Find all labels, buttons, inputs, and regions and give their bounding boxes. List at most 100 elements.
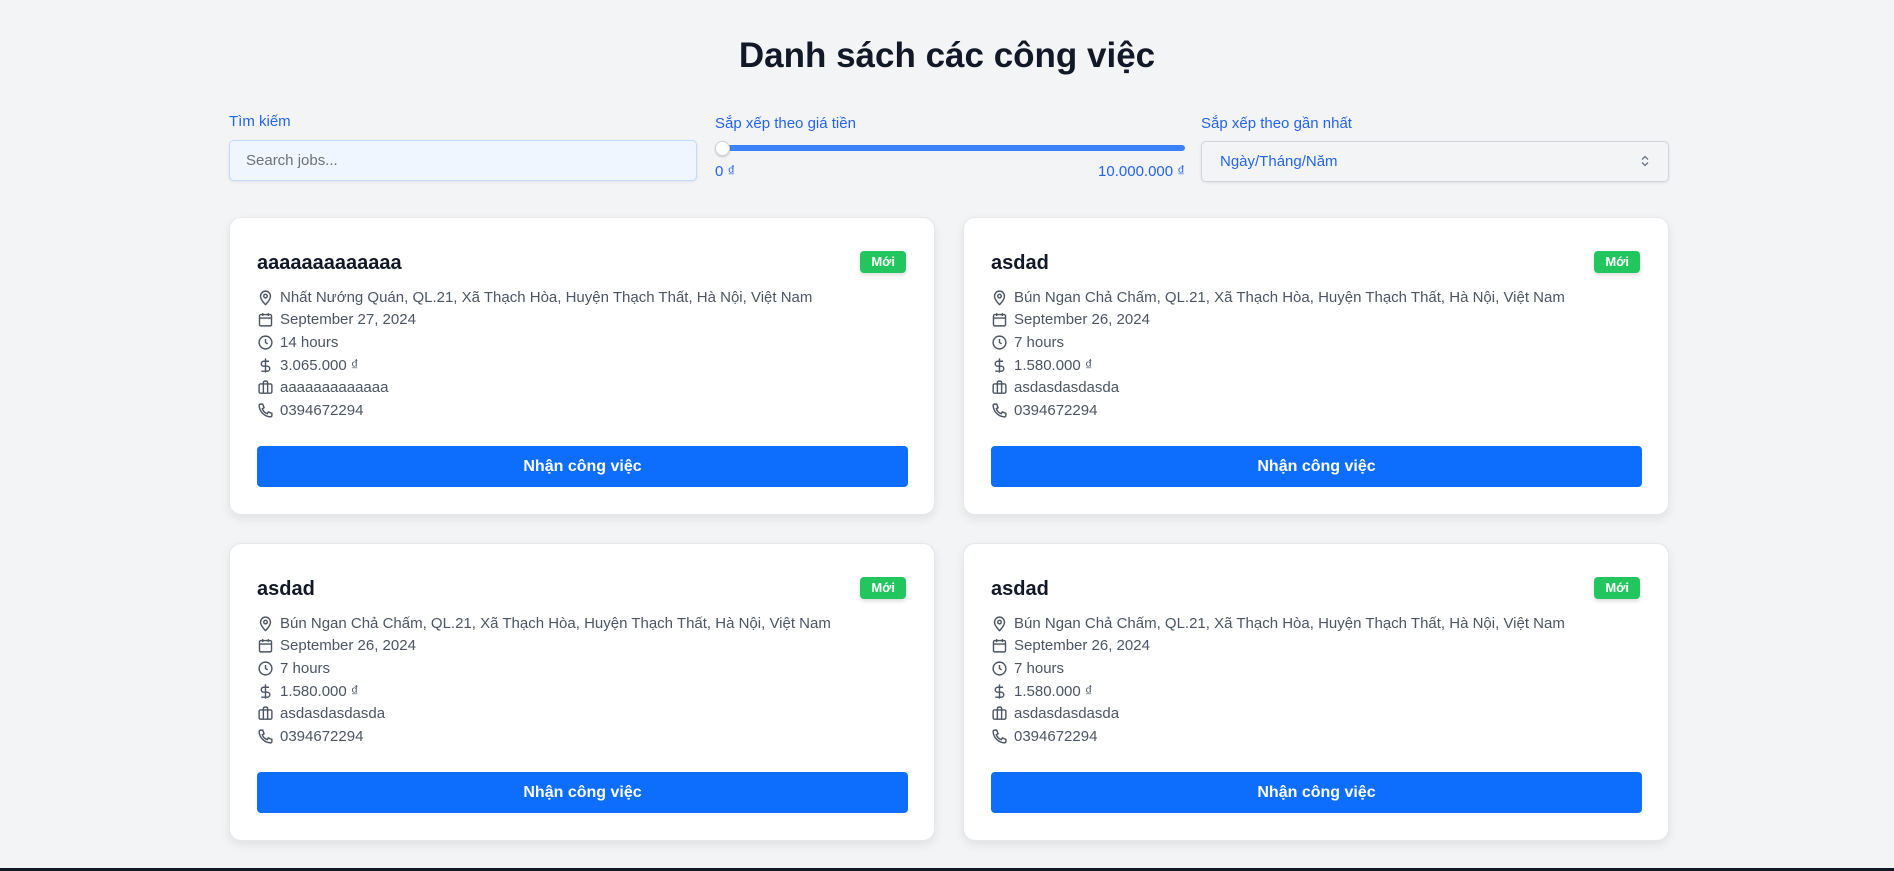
job-title: asdad bbox=[257, 578, 315, 600]
job-phone: 0394672294 bbox=[280, 727, 364, 745]
job-address: Bún Ngan Chả Chấm, QL.21, Xã Thạch Hòa, … bbox=[1014, 614, 1565, 632]
job-phone: 0394672294 bbox=[1014, 401, 1098, 419]
job-card: asdad Mới Bún Ngan Chả Chấm, QL.21, Xã T… bbox=[963, 217, 1669, 515]
job-date-row: September 26, 2024 bbox=[257, 635, 831, 658]
search-filter: Tìm kiếm bbox=[229, 113, 697, 181]
job-description-row: asdasdasdasda bbox=[991, 376, 1565, 399]
job-description: asdasdasdasda bbox=[1014, 705, 1120, 723]
calendar-icon bbox=[258, 313, 273, 327]
job-duration: 7 hours bbox=[280, 659, 331, 677]
job-date: September 26, 2024 bbox=[1014, 311, 1150, 329]
job-phone-row: 0394672294 bbox=[991, 725, 1565, 748]
chevron-up-down-icon bbox=[1640, 155, 1650, 168]
accept-job-button[interactable]: Nhận công việc bbox=[257, 446, 908, 487]
job-duration-row: 7 hours bbox=[991, 331, 1565, 354]
job-duration: 7 hours bbox=[1014, 333, 1065, 351]
job-salary-row: 1.580.000 ₫ bbox=[991, 354, 1565, 377]
phone-icon bbox=[258, 403, 273, 418]
map-pin-icon bbox=[993, 616, 1006, 632]
job-salary: 1.580.000 ₫ bbox=[280, 682, 359, 700]
page-title: Danh sách các công việc bbox=[738, 36, 1156, 75]
job-description-row: aaaaaaaaaaaaa bbox=[257, 376, 812, 399]
job-description-row: asdasdasdasda bbox=[991, 702, 1565, 725]
dollar-icon bbox=[260, 357, 271, 373]
job-address: Bún Ngan Chả Chấm, QL.21, Xã Thạch Hòa, … bbox=[280, 614, 831, 632]
job-info-list: Bún Ngan Chả Chấm, QL.21, Xã Thạch Hòa, … bbox=[257, 612, 831, 748]
job-description: asdasdasdasda bbox=[280, 705, 386, 723]
job-duration: 14 hours bbox=[280, 333, 339, 351]
job-salary: 1.580.000 ₫ bbox=[1014, 356, 1093, 374]
job-salary: 3.065.000 ₫ bbox=[280, 356, 359, 374]
phone-icon bbox=[258, 729, 273, 744]
price-range-thumb[interactable] bbox=[715, 141, 730, 156]
calendar-icon bbox=[258, 639, 273, 653]
job-card: asdad Mới Bún Ngan Chả Chấm, QL.21, Xã T… bbox=[963, 543, 1669, 841]
map-pin-icon bbox=[993, 290, 1006, 306]
job-phone-row: 0394672294 bbox=[257, 399, 812, 422]
job-salary-row: 3.065.000 ₫ bbox=[257, 354, 812, 377]
clock-icon bbox=[992, 661, 1007, 676]
search-input[interactable] bbox=[229, 140, 697, 181]
job-date-row: September 27, 2024 bbox=[257, 309, 812, 332]
clock-icon bbox=[258, 661, 273, 676]
job-address-row: Bún Ngan Chả Chấm, QL.21, Xã Thạch Hòa, … bbox=[991, 286, 1565, 309]
job-date-row: September 26, 2024 bbox=[991, 309, 1565, 332]
new-badge: Mới bbox=[860, 251, 906, 273]
price-max-label: 10.000.000 ₫ bbox=[1098, 163, 1185, 180]
map-pin-icon bbox=[259, 616, 272, 632]
calendar-icon bbox=[992, 639, 1007, 653]
briefcase-icon bbox=[258, 380, 273, 395]
job-info-list: Bún Ngan Chả Chấm, QL.21, Xã Thạch Hòa, … bbox=[991, 612, 1565, 748]
filter-bar: Tìm kiếm Sắp xếp theo giá tiền 0 ₫ 10.00… bbox=[229, 113, 1669, 183]
dollar-icon bbox=[994, 683, 1005, 699]
search-label: Tìm kiếm bbox=[229, 113, 291, 130]
new-badge: Mới bbox=[1594, 251, 1640, 273]
date-filter: Sắp xếp theo gần nhất Ngày/Tháng/Năm bbox=[1201, 115, 1669, 182]
date-sort-select[interactable]: Ngày/Tháng/Năm bbox=[1201, 141, 1669, 182]
date-sort-label: Sắp xếp theo gần nhất bbox=[1201, 115, 1352, 132]
price-min-label: 0 ₫ bbox=[715, 163, 736, 180]
job-phone-row: 0394672294 bbox=[991, 399, 1565, 422]
job-address: Bún Ngan Chả Chấm, QL.21, Xã Thạch Hòa, … bbox=[1014, 288, 1565, 306]
job-duration-row: 7 hours bbox=[257, 657, 831, 680]
job-date: September 26, 2024 bbox=[1014, 637, 1150, 655]
accept-job-button[interactable]: Nhận công việc bbox=[991, 772, 1642, 813]
phone-icon bbox=[992, 403, 1007, 418]
job-date-row: September 26, 2024 bbox=[991, 635, 1565, 658]
job-description: asdasdasdasda bbox=[1014, 379, 1120, 397]
job-duration: 7 hours bbox=[1014, 659, 1065, 677]
job-date: September 27, 2024 bbox=[280, 311, 416, 329]
clock-icon bbox=[992, 335, 1007, 350]
date-sort-value: Ngày/Tháng/Năm bbox=[1220, 153, 1338, 170]
job-address-row: Bún Ngan Chả Chấm, QL.21, Xã Thạch Hòa, … bbox=[257, 612, 831, 635]
job-description-row: asdasdasdasda bbox=[257, 702, 831, 725]
job-salary: 1.580.000 ₫ bbox=[1014, 682, 1093, 700]
job-title: aaaaaaaaaaaaa bbox=[257, 252, 402, 274]
job-title: asdad bbox=[991, 252, 1049, 274]
accept-job-button[interactable]: Nhận công việc bbox=[257, 772, 908, 813]
phone-icon bbox=[992, 729, 1007, 744]
new-badge: Mới bbox=[860, 577, 906, 599]
job-address-row: Bún Ngan Chả Chấm, QL.21, Xã Thạch Hòa, … bbox=[991, 612, 1565, 635]
job-card: asdad Mới Bún Ngan Chả Chấm, QL.21, Xã T… bbox=[229, 543, 935, 841]
dollar-icon bbox=[994, 357, 1005, 373]
price-range-track[interactable] bbox=[715, 145, 1185, 151]
job-phone-row: 0394672294 bbox=[257, 725, 831, 748]
job-address: Nhất Nướng Quán, QL.21, Xã Thạch Hòa, Hu… bbox=[280, 288, 813, 306]
price-sort-label: Sắp xếp theo giá tiền bbox=[715, 115, 856, 132]
job-duration-row: 14 hours bbox=[257, 331, 812, 354]
calendar-icon bbox=[992, 313, 1007, 327]
price-filter: Sắp xếp theo giá tiền 0 ₫ 10.000.000 ₫ bbox=[715, 115, 1185, 180]
job-title: asdad bbox=[991, 578, 1049, 600]
briefcase-icon bbox=[258, 706, 273, 721]
clock-icon bbox=[258, 335, 273, 350]
map-pin-icon bbox=[259, 290, 272, 306]
job-description: aaaaaaaaaaaaa bbox=[280, 379, 389, 397]
job-salary-row: 1.580.000 ₫ bbox=[991, 680, 1565, 703]
dollar-icon bbox=[260, 683, 271, 699]
accept-job-button[interactable]: Nhận công việc bbox=[991, 446, 1642, 487]
job-info-list: Bún Ngan Chả Chấm, QL.21, Xã Thạch Hòa, … bbox=[991, 286, 1565, 422]
job-card: aaaaaaaaaaaaa Mới Nhất Nướng Quán, QL.21… bbox=[229, 217, 935, 515]
new-badge: Mới bbox=[1594, 577, 1640, 599]
job-duration-row: 7 hours bbox=[991, 657, 1565, 680]
